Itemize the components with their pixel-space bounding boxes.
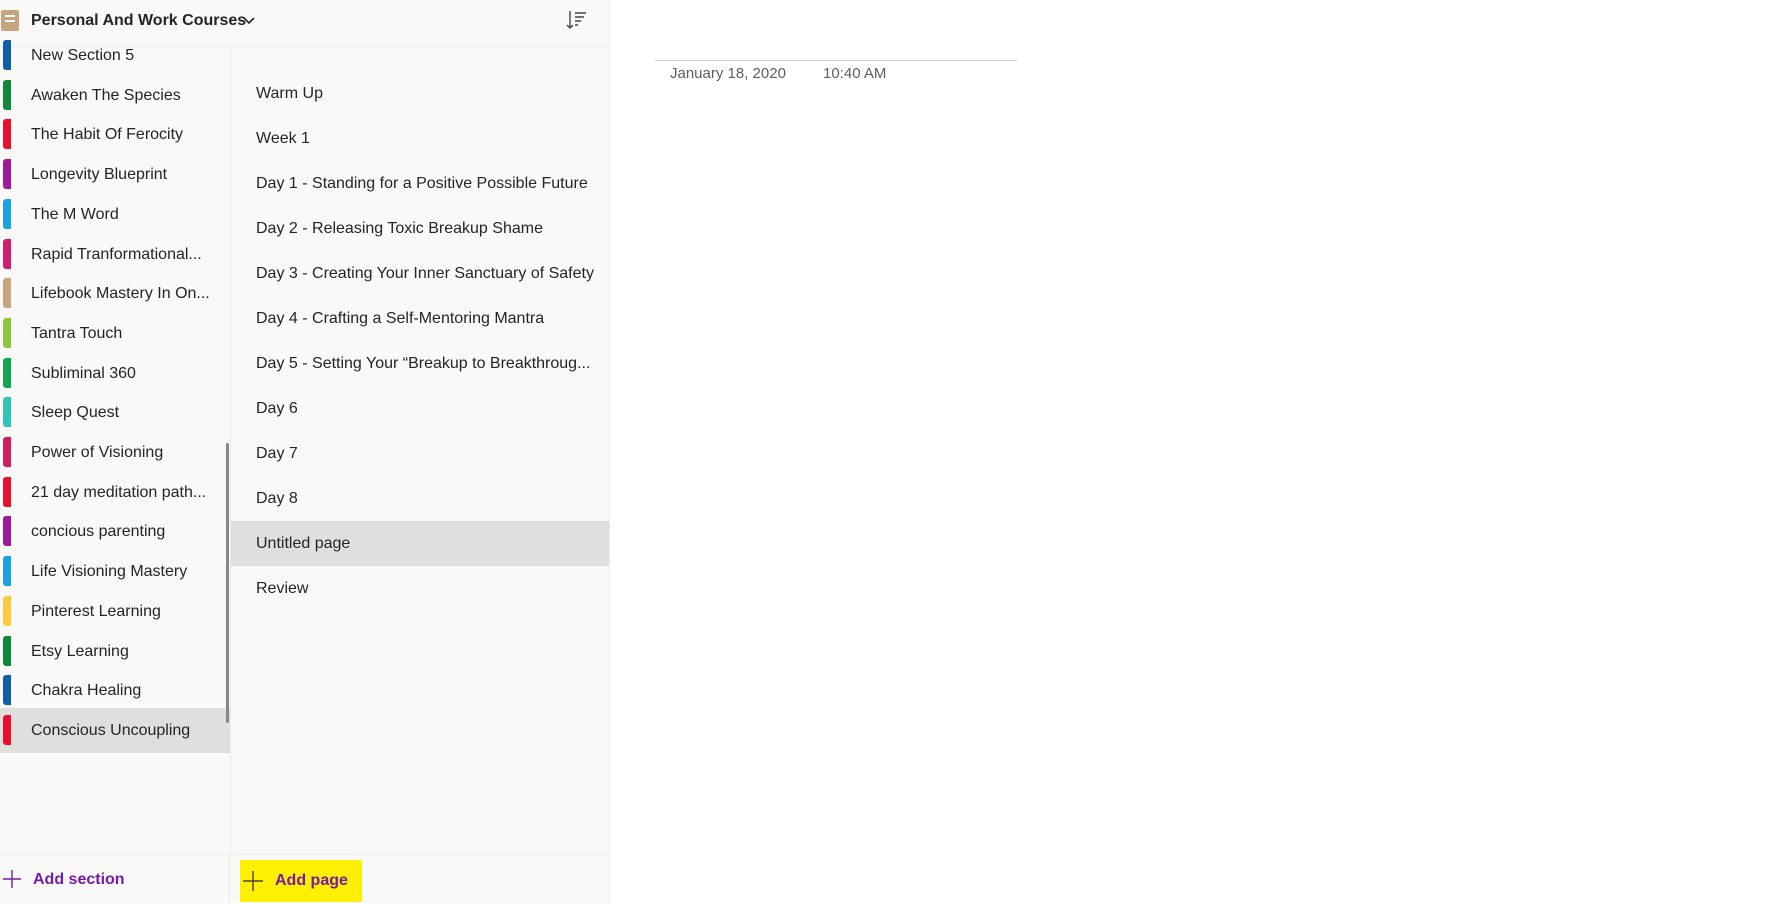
page-label: Warm Up xyxy=(256,85,323,102)
page-item[interactable]: Untitled page xyxy=(231,521,609,566)
add-section-label: Add section xyxy=(33,871,125,888)
section-item[interactable]: Lifebook Mastery In On... xyxy=(0,271,230,316)
section-label: 21 day meditation path... xyxy=(31,483,207,501)
bottom-bar: Add section Add page xyxy=(0,854,609,904)
section-item[interactable]: New Section 5 xyxy=(0,33,230,78)
page-label: Day 8 xyxy=(256,490,298,507)
section-label: concious parenting xyxy=(31,523,166,541)
section-item[interactable]: The M Word xyxy=(0,192,230,237)
section-item[interactable]: Life Visioning Mastery xyxy=(0,549,230,594)
page-title-underline xyxy=(655,60,1017,61)
section-label: The M Word xyxy=(31,205,119,223)
section-color-tab xyxy=(3,516,11,547)
page-item[interactable]: Day 2 - Releasing Toxic Breakup Shame xyxy=(231,206,609,251)
page-item[interactable]: Day 4 - Crafting a Self-Mentoring Mantra xyxy=(231,296,609,341)
page-date: January 18, 2020 xyxy=(670,65,786,82)
section-item[interactable]: Sleep Quest xyxy=(0,390,230,435)
section-item[interactable]: Chakra Healing xyxy=(0,668,230,713)
section-label: Tantra Touch xyxy=(31,324,123,342)
page-item[interactable]: Day 7 xyxy=(231,431,609,476)
section-item[interactable]: 21 day meditation path... xyxy=(0,470,230,515)
section-item[interactable]: concious parenting xyxy=(0,509,230,554)
notebook-icon xyxy=(1,10,19,31)
page-item[interactable]: Warm Up xyxy=(231,71,609,116)
page-label: Day 2 - Releasing Toxic Breakup Shame xyxy=(256,220,543,237)
section-label: Lifebook Mastery In On... xyxy=(31,285,210,303)
page-item[interactable]: Day 3 - Creating Your Inner Sanctuary of… xyxy=(231,251,609,296)
section-item[interactable]: Subliminal 360 xyxy=(0,351,230,396)
page-label: Day 6 xyxy=(256,400,298,417)
section-label: Power of Visioning xyxy=(31,444,164,461)
section-color-tab xyxy=(3,278,11,309)
sort-icon[interactable] xyxy=(565,9,589,31)
navigation-pane: Personal And Work Courses New Section 5 A… xyxy=(0,0,610,904)
page-list: Warm Up Week 1 Day 1 - Standing for a Posi… xyxy=(231,47,609,854)
section-item[interactable]: Power of Visioning xyxy=(0,430,230,475)
page-label: Untitled page xyxy=(256,535,351,552)
page-label: Review xyxy=(256,580,309,597)
page-item[interactable]: Day 1 - Standing for a Positive Possible… xyxy=(231,161,609,206)
page-label: Day 4 - Crafting a Self-Mentoring Mantra xyxy=(256,310,545,327)
section-color-tab xyxy=(3,357,11,388)
section-color-tab xyxy=(3,595,11,626)
section-color-tab xyxy=(3,556,11,587)
section-label: Rapid Tranformational... xyxy=(31,245,202,263)
section-label: Chakra Healing xyxy=(31,682,142,700)
add-section-button[interactable]: Add section xyxy=(0,855,230,904)
section-label: Pinterest Learning xyxy=(31,602,161,620)
section-label: The Habit Of Ferocity xyxy=(31,126,184,144)
page-label: Day 7 xyxy=(256,445,298,462)
page-item[interactable]: Day 8 xyxy=(231,476,609,521)
section-label: Sleep Quest xyxy=(31,404,120,422)
add-page-label: Add page xyxy=(275,872,348,889)
page-label: Week 1 xyxy=(256,130,310,147)
add-page-button[interactable]: Add page xyxy=(240,860,362,902)
section-color-tab xyxy=(3,119,11,150)
page-item[interactable]: Week 1 xyxy=(231,116,609,161)
section-color-tab xyxy=(3,238,11,269)
section-color-tab xyxy=(3,675,11,706)
section-label: Awaken The Species xyxy=(31,86,181,104)
section-item[interactable]: Conscious Uncoupling xyxy=(0,707,230,753)
section-color-tab xyxy=(3,79,11,110)
page-item[interactable]: Review xyxy=(231,566,609,611)
section-label: Subliminal 360 xyxy=(31,364,136,382)
chevron-down-icon[interactable] xyxy=(241,12,257,28)
section-color-tab xyxy=(3,159,11,190)
page-canvas[interactable]: January 18, 2020 10:40 AM xyxy=(610,0,1778,903)
plus-icon xyxy=(3,870,21,888)
section-label: Etsy Learning xyxy=(31,642,129,660)
section-label: Conscious Uncoupling xyxy=(31,721,191,739)
page-label: Day 1 - Standing for a Positive Possible… xyxy=(256,175,588,192)
section-color-tab xyxy=(3,198,11,229)
section-list-scrollbar[interactable] xyxy=(226,443,229,723)
notebook-title[interactable]: Personal And Work Courses xyxy=(31,12,246,30)
section-label: Longevity Blueprint xyxy=(31,166,168,184)
section-item[interactable]: Tantra Touch xyxy=(0,311,230,356)
page-item[interactable]: Day 6 xyxy=(231,386,609,431)
section-color-tab xyxy=(3,40,11,70)
section-list: New Section 5 Awaken The Species The Habit… xyxy=(0,40,231,854)
section-color-tab xyxy=(3,714,11,745)
section-item[interactable]: Awaken The Species xyxy=(0,73,230,118)
page-label: Day 3 - Creating Your Inner Sanctuary of… xyxy=(256,265,594,282)
page-item[interactable]: Day 5 - Setting Your “Breakup to Breakth… xyxy=(231,341,609,386)
section-color-tab xyxy=(3,437,11,467)
section-item[interactable]: Rapid Tranformational... xyxy=(0,232,230,277)
section-item[interactable]: Longevity Blueprint xyxy=(0,152,230,197)
section-color-tab xyxy=(3,635,11,666)
section-item[interactable]: The Habit Of Ferocity xyxy=(0,112,230,157)
section-label: New Section 5 xyxy=(31,47,135,64)
section-item[interactable]: Etsy Learning xyxy=(0,629,230,674)
page-label: Day 5 - Setting Your “Breakup to Breakth… xyxy=(256,355,591,372)
section-item[interactable]: Pinterest Learning xyxy=(0,589,230,634)
section-label: Life Visioning Mastery xyxy=(31,563,188,581)
plus-icon xyxy=(243,871,263,891)
section-color-tab xyxy=(3,476,11,507)
page-time: 10:40 AM xyxy=(823,65,887,82)
section-color-tab xyxy=(3,397,11,428)
section-color-tab xyxy=(3,317,11,348)
